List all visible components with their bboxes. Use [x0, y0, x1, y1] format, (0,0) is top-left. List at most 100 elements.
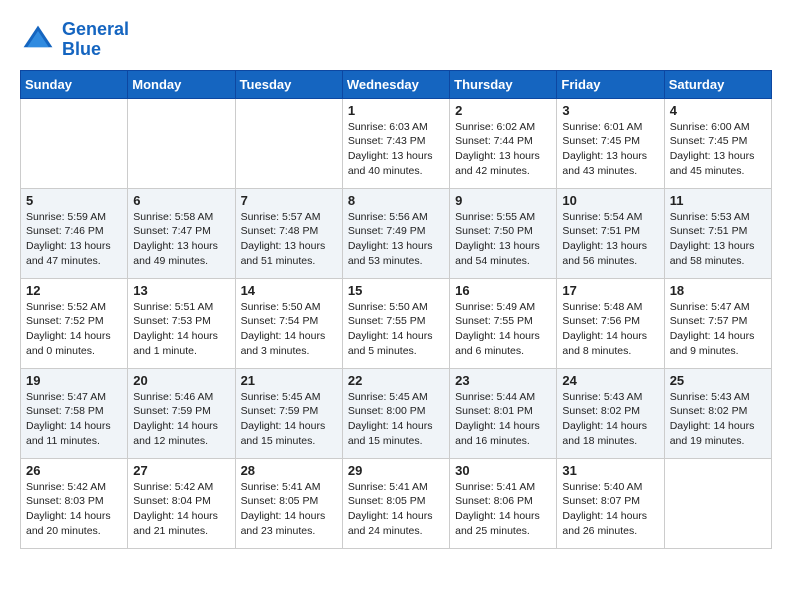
day-number: 26: [26, 463, 122, 478]
day-number: 3: [562, 103, 658, 118]
day-number: 11: [670, 193, 766, 208]
week-row-3: 12Sunrise: 5:52 AM Sunset: 7:52 PM Dayli…: [21, 278, 772, 368]
day-info: Sunrise: 5:43 AM Sunset: 8:02 PM Dayligh…: [562, 390, 658, 449]
calendar-cell: 25 Sunrise: 5:43 AM Sunset: 8:02 PM Dayli…: [664, 368, 771, 458]
day-info: Sunrise: 5:43 AM Sunset: 8:02 PM Dayligh…: [670, 390, 766, 449]
day-info: Sunrise: 5:40 AM Sunset: 8:07 PM Dayligh…: [562, 480, 658, 539]
logo: General Blue: [20, 20, 129, 60]
day-info: Sunrise: 6:01 AM Sunset: 7:45 PM Dayligh…: [562, 120, 658, 179]
calendar-cell: [235, 98, 342, 188]
day-number: 21: [241, 373, 337, 388]
calendar-cell: 26 Sunrise: 5:42 AM Sunset: 8:03 PM Dayli…: [21, 458, 128, 548]
day-info: Sunrise: 5:55 AM Sunset: 7:50 PM Dayligh…: [455, 210, 551, 269]
day-number: 2: [455, 103, 551, 118]
header-wednesday: Wednesday: [342, 70, 449, 98]
day-number: 18: [670, 283, 766, 298]
day-number: 25: [670, 373, 766, 388]
day-info: Sunrise: 5:50 AM Sunset: 7:55 PM Dayligh…: [348, 300, 444, 359]
calendar-cell: 17 Sunrise: 5:48 AM Sunset: 7:56 PM Dayli…: [557, 278, 664, 368]
day-info: Sunrise: 5:47 AM Sunset: 7:57 PM Dayligh…: [670, 300, 766, 359]
day-info: Sunrise: 5:57 AM Sunset: 7:48 PM Dayligh…: [241, 210, 337, 269]
week-row-4: 19 Sunrise: 5:47 AM Sunset: 7:58 PM Dayli…: [21, 368, 772, 458]
calendar-cell: 21 Sunrise: 5:45 AM Sunset: 7:59 PM Dayli…: [235, 368, 342, 458]
header-tuesday: Tuesday: [235, 70, 342, 98]
day-info: Sunrise: 6:03 AM Sunset: 7:43 PM Dayligh…: [348, 120, 444, 179]
day-info: Sunrise: 5:42 AM Sunset: 8:03 PM Dayligh…: [26, 480, 122, 539]
calendar-cell: 1 Sunrise: 6:03 AM Sunset: 7:43 PM Daylig…: [342, 98, 449, 188]
day-info: Sunrise: 5:44 AM Sunset: 8:01 PM Dayligh…: [455, 390, 551, 449]
day-number: 1: [348, 103, 444, 118]
day-number: 24: [562, 373, 658, 388]
day-number: 15: [348, 283, 444, 298]
calendar-cell: 28Sunrise: 5:41 AM Sunset: 8:05 PM Dayli…: [235, 458, 342, 548]
calendar-cell: 27 Sunrise: 5:42 AM Sunset: 8:04 PM Dayli…: [128, 458, 235, 548]
day-info: Sunrise: 5:51 AM Sunset: 7:53 PM Dayligh…: [133, 300, 229, 359]
calendar-cell: 12Sunrise: 5:52 AM Sunset: 7:52 PM Dayli…: [21, 278, 128, 368]
day-info: Sunrise: 5:41 AM Sunset: 8:06 PM Dayligh…: [455, 480, 551, 539]
calendar-cell: 4 Sunrise: 6:00 AM Sunset: 7:45 PM Daylig…: [664, 98, 771, 188]
day-number: 19: [26, 373, 122, 388]
calendar-cell: 16 Sunrise: 5:49 AM Sunset: 7:55 PM Dayli…: [450, 278, 557, 368]
day-info: Sunrise: 5:41 AM Sunset: 8:05 PM Dayligh…: [348, 480, 444, 539]
calendar-header: SundayMondayTuesdayWednesdayThursdayFrid…: [21, 70, 772, 98]
calendar-cell: 5Sunrise: 5:59 AM Sunset: 7:46 PM Daylig…: [21, 188, 128, 278]
day-info: Sunrise: 5:46 AM Sunset: 7:59 PM Dayligh…: [133, 390, 229, 449]
page-header: General Blue: [20, 20, 772, 60]
day-info: Sunrise: 5:47 AM Sunset: 7:58 PM Dayligh…: [26, 390, 122, 449]
calendar-cell: 14Sunrise: 5:50 AM Sunset: 7:54 PM Dayli…: [235, 278, 342, 368]
logo-text: General Blue: [62, 20, 129, 60]
calendar-cell: 20 Sunrise: 5:46 AM Sunset: 7:59 PM Dayli…: [128, 368, 235, 458]
calendar-cell: 22 Sunrise: 5:45 AM Sunset: 8:00 PM Dayli…: [342, 368, 449, 458]
day-number: 17: [562, 283, 658, 298]
day-number: 31: [562, 463, 658, 478]
day-info: Sunrise: 5:58 AM Sunset: 7:47 PM Dayligh…: [133, 210, 229, 269]
day-info: Sunrise: 6:00 AM Sunset: 7:45 PM Dayligh…: [670, 120, 766, 179]
calendar-cell: 3 Sunrise: 6:01 AM Sunset: 7:45 PM Daylig…: [557, 98, 664, 188]
day-info: Sunrise: 5:42 AM Sunset: 8:04 PM Dayligh…: [133, 480, 229, 539]
logo-icon: [20, 22, 56, 58]
day-number: 27: [133, 463, 229, 478]
day-number: 4: [670, 103, 766, 118]
week-row-5: 26 Sunrise: 5:42 AM Sunset: 8:03 PM Dayli…: [21, 458, 772, 548]
header-monday: Monday: [128, 70, 235, 98]
day-number: 30: [455, 463, 551, 478]
day-info: Sunrise: 5:41 AM Sunset: 8:05 PM Dayligh…: [241, 480, 337, 539]
header-friday: Friday: [557, 70, 664, 98]
calendar-cell: 6 Sunrise: 5:58 AM Sunset: 7:47 PM Daylig…: [128, 188, 235, 278]
calendar-cell: 18 Sunrise: 5:47 AM Sunset: 7:57 PM Dayli…: [664, 278, 771, 368]
calendar-cell: [664, 458, 771, 548]
day-info: Sunrise: 5:53 AM Sunset: 7:51 PM Dayligh…: [670, 210, 766, 269]
day-number: 8: [348, 193, 444, 208]
calendar-cell: [21, 98, 128, 188]
day-info: Sunrise: 5:48 AM Sunset: 7:56 PM Dayligh…: [562, 300, 658, 359]
calendar-cell: 2 Sunrise: 6:02 AM Sunset: 7:44 PM Daylig…: [450, 98, 557, 188]
day-info: Sunrise: 6:02 AM Sunset: 7:44 PM Dayligh…: [455, 120, 551, 179]
day-info: Sunrise: 5:56 AM Sunset: 7:49 PM Dayligh…: [348, 210, 444, 269]
header-saturday: Saturday: [664, 70, 771, 98]
calendar-cell: 11 Sunrise: 5:53 AM Sunset: 7:51 PM Dayli…: [664, 188, 771, 278]
day-info: Sunrise: 5:50 AM Sunset: 7:54 PM Dayligh…: [241, 300, 337, 359]
calendar-cell: 9 Sunrise: 5:55 AM Sunset: 7:50 PM Daylig…: [450, 188, 557, 278]
calendar-cell: 31 Sunrise: 5:40 AM Sunset: 8:07 PM Dayli…: [557, 458, 664, 548]
calendar-body: 1 Sunrise: 6:03 AM Sunset: 7:43 PM Daylig…: [21, 98, 772, 548]
calendar-cell: 13Sunrise: 5:51 AM Sunset: 7:53 PM Dayli…: [128, 278, 235, 368]
day-number: 7: [241, 193, 337, 208]
day-info: Sunrise: 5:52 AM Sunset: 7:52 PM Dayligh…: [26, 300, 122, 359]
day-number: 29: [348, 463, 444, 478]
calendar-cell: 15 Sunrise: 5:50 AM Sunset: 7:55 PM Dayli…: [342, 278, 449, 368]
day-number: 9: [455, 193, 551, 208]
day-number: 5: [26, 193, 122, 208]
calendar-cell: 23 Sunrise: 5:44 AM Sunset: 8:01 PM Dayli…: [450, 368, 557, 458]
calendar-cell: 8 Sunrise: 5:56 AM Sunset: 7:49 PM Daylig…: [342, 188, 449, 278]
header-row: SundayMondayTuesdayWednesdayThursdayFrid…: [21, 70, 772, 98]
day-info: Sunrise: 5:49 AM Sunset: 7:55 PM Dayligh…: [455, 300, 551, 359]
day-info: Sunrise: 5:45 AM Sunset: 8:00 PM Dayligh…: [348, 390, 444, 449]
day-number: 22: [348, 373, 444, 388]
day-number: 6: [133, 193, 229, 208]
calendar-cell: 10Sunrise: 5:54 AM Sunset: 7:51 PM Dayli…: [557, 188, 664, 278]
day-info: Sunrise: 5:45 AM Sunset: 7:59 PM Dayligh…: [241, 390, 337, 449]
calendar-cell: 24 Sunrise: 5:43 AM Sunset: 8:02 PM Dayli…: [557, 368, 664, 458]
day-number: 16: [455, 283, 551, 298]
day-number: 20: [133, 373, 229, 388]
day-number: 23: [455, 373, 551, 388]
